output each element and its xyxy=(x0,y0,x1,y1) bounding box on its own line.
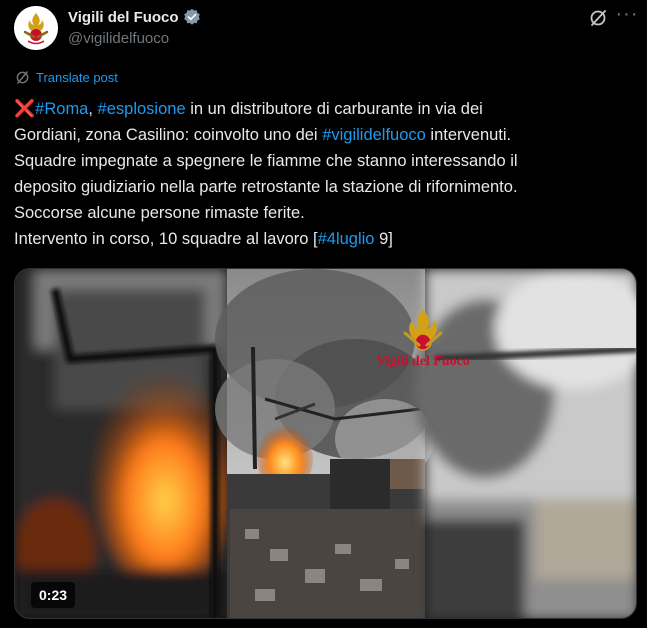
translate-icon xyxy=(16,71,29,84)
tweet-line-3: Squadre impegnate a spegnere le fiamme c… xyxy=(14,152,518,170)
author-name[interactable]: Vigili del Fuoco xyxy=(68,9,179,26)
hashtag-vigilidelfuoco[interactable]: #vigilidelfuoco xyxy=(322,126,426,144)
tweet-card: Vigili del Fuoco @vigilidelfuoco ··· Tra… xyxy=(0,0,647,628)
hashtag-roma[interactable]: #Roma xyxy=(35,100,88,118)
grok-icon[interactable] xyxy=(588,8,608,28)
cross-mark-icon: ❌ xyxy=(14,99,36,118)
vvf-emblem-icon xyxy=(14,6,58,50)
avatar[interactable] xyxy=(14,6,58,50)
tweet-line-4: deposito giudiziario nella parte retrost… xyxy=(14,178,518,196)
verified-badge-icon xyxy=(183,8,200,25)
tweet-line-2: Gordiani, zona Casilino: coinvolto uno d… xyxy=(14,122,634,148)
text-fragment: Intervento in corso, 10 squadre al lavor… xyxy=(14,230,318,248)
tweet-line-1: ❌#Roma, #esplosione in un distributore d… xyxy=(14,96,634,122)
tweet-text: ❌#Roma, #esplosione in un distributore d… xyxy=(14,96,634,252)
hashtag-esplosione[interactable]: #esplosione xyxy=(98,100,186,118)
text-fragment: , xyxy=(88,100,98,118)
text-fragment: Gordiani, zona Casilino: coinvolto uno d… xyxy=(14,126,323,144)
text-fragment: in un distributore di carburante in via … xyxy=(185,100,483,118)
translate-label[interactable]: Translate post xyxy=(36,70,118,85)
more-icon[interactable]: ··· xyxy=(614,4,640,28)
video-player[interactable]: Vigili del Fuoco 0:23 xyxy=(14,268,637,619)
right-blurred-panel xyxy=(415,269,636,618)
translate-post-link[interactable]: Translate post xyxy=(15,70,118,85)
tweet-line-5: Soccorse alcune persone rimaste ferite. xyxy=(14,204,305,222)
left-blurred-panel xyxy=(15,269,235,618)
center-panel xyxy=(215,269,435,618)
video-duration: 0:23 xyxy=(31,582,76,608)
video-frame: Vigili del Fuoco xyxy=(15,269,636,618)
watermark-text: Vigili del Fuoco xyxy=(376,354,470,369)
tweet-line-6: Intervento in corso, 10 squadre al lavor… xyxy=(14,226,634,252)
hashtag-4luglio[interactable]: #4luglio xyxy=(318,230,375,248)
text-fragment: 9] xyxy=(374,230,393,248)
text-fragment: intervenuti. xyxy=(425,126,512,144)
author-handle[interactable]: @vigilidelfuoco xyxy=(68,30,169,47)
